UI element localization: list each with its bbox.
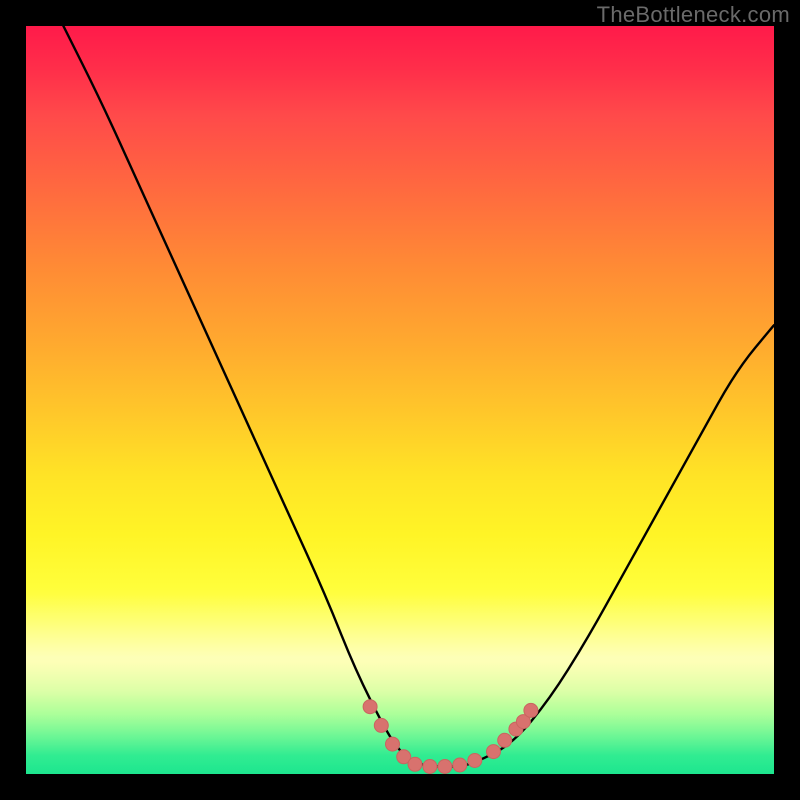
curve-data-markers <box>26 26 774 774</box>
data-marker <box>423 760 437 774</box>
data-marker <box>453 758 467 772</box>
data-marker <box>468 754 482 768</box>
data-marker <box>386 737 400 751</box>
data-marker <box>374 718 388 732</box>
data-marker <box>408 757 422 771</box>
data-marker <box>524 703 538 717</box>
data-marker <box>438 760 452 774</box>
data-marker <box>487 745 501 759</box>
data-marker <box>363 700 377 714</box>
data-marker <box>498 733 512 747</box>
watermark-text: TheBottleneck.com <box>597 2 790 28</box>
chart-plot-area <box>26 26 774 774</box>
